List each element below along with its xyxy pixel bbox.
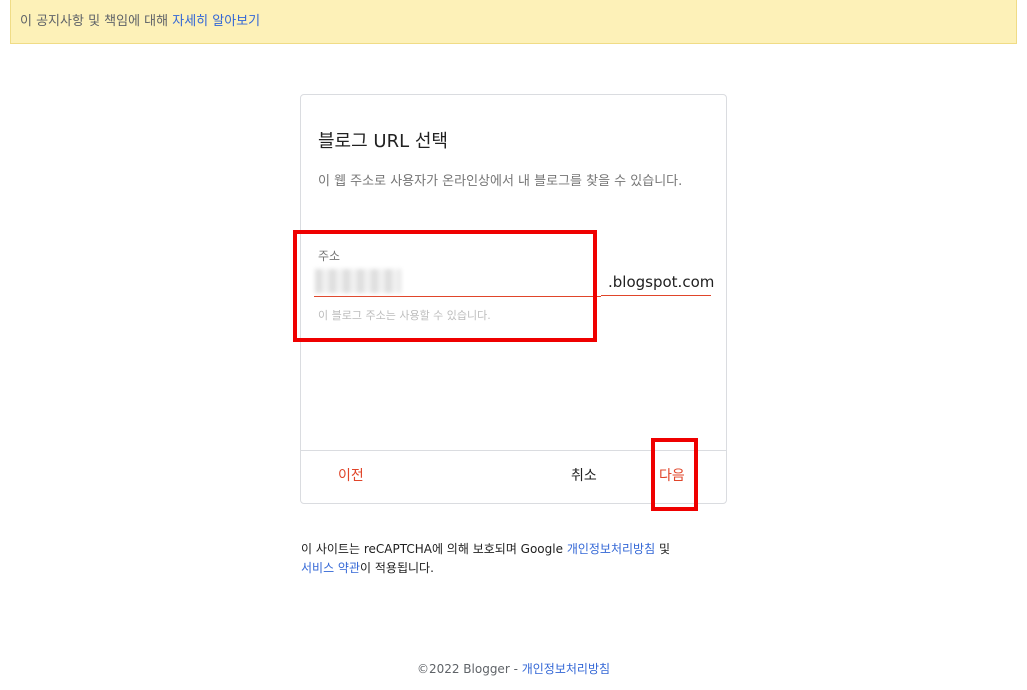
blog-url-card: 블로그 URL 선택 이 웹 주소로 사용자가 온라인상에서 내 블로그를 찾을… [300,94,727,504]
footer-copyright: ©2022 Blogger - [416,662,522,676]
notice-bar: 이 공지사항 및 책임에 대해 자세히 알아보기 [10,0,1017,44]
address-label: 주소 [318,249,341,263]
recaptcha-text-3: 이 적용됩니다. [360,561,434,575]
prev-button[interactable]: 이전 [338,465,364,485]
next-button[interactable]: 다음 [659,465,685,485]
recaptcha-notice: 이 사이트는 reCAPTCHA에 의해 보호되며 Google 개인정보처리방… [301,540,731,578]
recaptcha-terms-link[interactable]: 서비스 약관 [301,561,360,575]
recaptcha-privacy-link[interactable]: 개인정보처리방침 [567,542,655,556]
blurred-address-value [315,269,401,293]
card-title: 블로그 URL 선택 [318,131,448,152]
suffix-underline [601,295,711,296]
recaptcha-text-1: 이 사이트는 reCAPTCHA에 의해 보호되며 Google [301,542,567,556]
footer-privacy-link[interactable]: 개인정보처리방침 [522,662,610,676]
notice-text: 이 공지사항 및 책임에 대해 [20,14,173,29]
card-divider [301,450,726,451]
address-helper-text: 이 블로그 주소는 사용할 수 있습니다. [318,309,491,322]
card-description: 이 웹 주소로 사용자가 온라인상에서 내 블로그를 찾을 수 있습니다. [318,174,683,189]
blogspot-suffix: .blogspot.com [608,273,715,291]
recaptcha-text-2: 및 [655,542,670,556]
notice-learn-more-link[interactable]: 자세히 알아보기 [172,14,260,29]
cancel-button[interactable]: 취소 [571,465,597,485]
footer: ©2022 Blogger - 개인정보처리방침 [0,660,1027,677]
